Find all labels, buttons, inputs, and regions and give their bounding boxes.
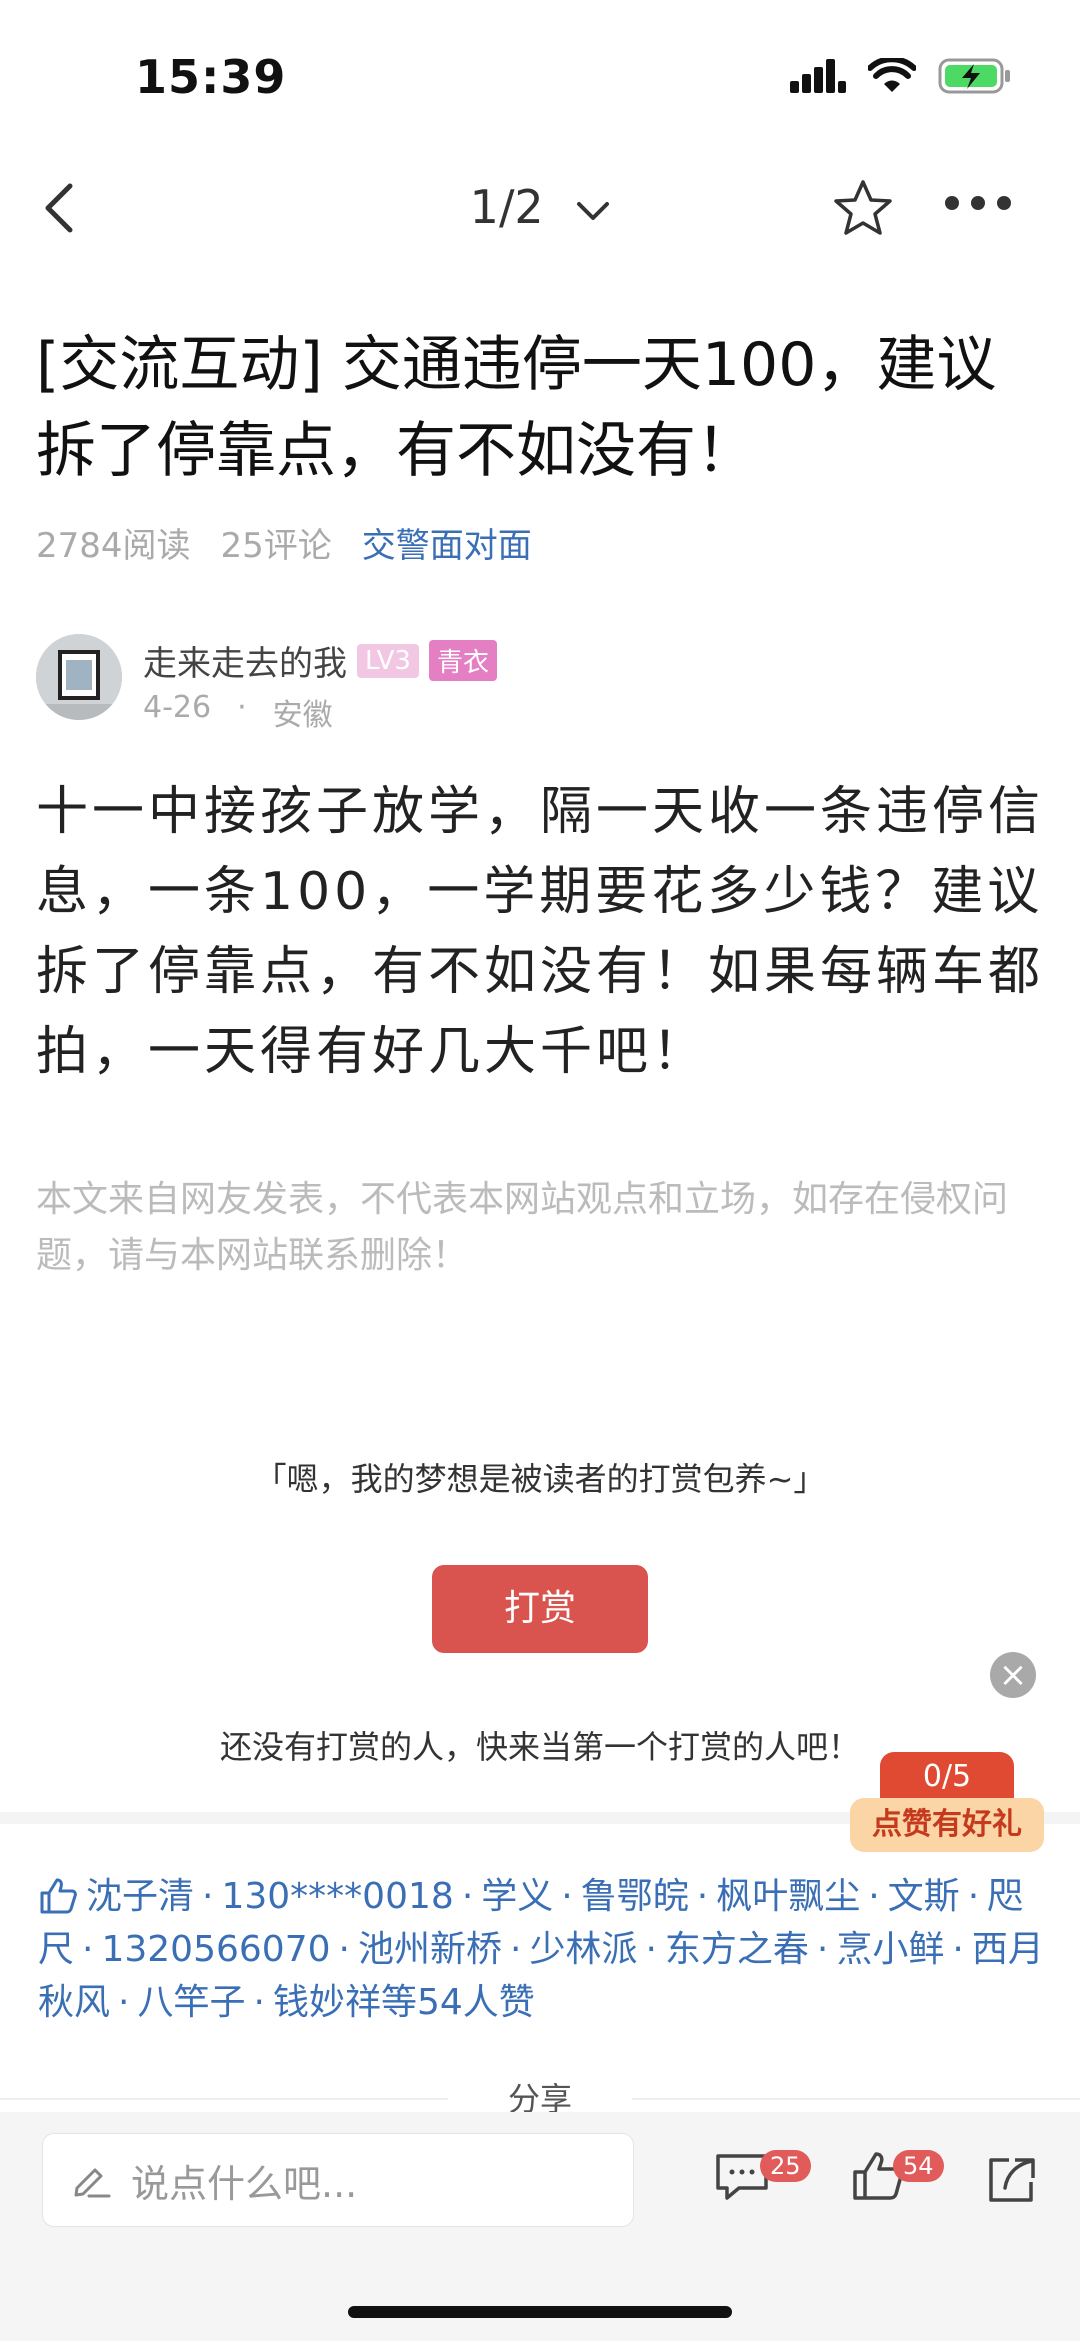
pen-icon (74, 2168, 111, 2198)
liker-name[interactable]: 八竿子 (137, 1982, 245, 2023)
post-date: 4-26 (143, 690, 212, 725)
post-title: [交流互动] 交通违停一天100，建议拆了停靠点，有不如没有！ (36, 330, 997, 486)
author-subline: 4-26 · 安徽 (143, 690, 333, 734)
liker-name[interactable]: 1320566070 (101, 1929, 330, 1970)
comment-count-text: 25评论 (220, 526, 332, 566)
page-indicator[interactable]: 1/2 (0, 180, 1080, 234)
avatar-image (36, 634, 122, 720)
status-time: 15:39 (135, 50, 287, 104)
favorite-star-icon[interactable] (832, 178, 894, 238)
separator-dot: · (237, 690, 247, 725)
liker-name[interactable]: 枫叶飘尘 (716, 1876, 860, 1917)
comment-input[interactable]: 说点什么吧... (42, 2133, 634, 2227)
liker-name[interactable]: 沈子清 (86, 1876, 194, 1917)
battery-charging-icon (938, 58, 1010, 94)
status-icons (790, 58, 1012, 94)
liker-name[interactable]: 鲁鄂皖 (581, 1876, 689, 1917)
liker-name[interactable]: 少林派 (529, 1929, 637, 1970)
signal-icon (790, 59, 846, 93)
thumbs-up-icon (40, 1878, 77, 1914)
post-body: 十一中接孩子放学，隔一天收一条违停信息，一条100，一学期要花多少钱？建议拆了停… (36, 782, 1045, 1082)
reward-button[interactable]: 打赏 (432, 1565, 648, 1653)
chevron-down-icon (577, 201, 610, 220)
author-name[interactable]: 走来走去的我 (143, 636, 347, 685)
liker-name[interactable]: 学义 (481, 1876, 553, 1917)
level-badge: LV3 (357, 643, 419, 678)
post-meta: 2784阅读 25评论 交警面对面 (36, 518, 532, 567)
liker-name[interactable]: 130****0018 (221, 1876, 453, 1917)
read-count: 2784阅读 (36, 526, 191, 566)
topic-link[interactable]: 交警面对面 (362, 518, 532, 567)
liker-name[interactable]: 烹小鲜 (836, 1929, 944, 1970)
comment-count-badge: 25 (760, 2150, 811, 2182)
more-icon[interactable] (945, 196, 1011, 210)
comment-placeholder: 说点什么吧... (131, 2161, 358, 2206)
author-location: 安徽 (272, 698, 333, 733)
promo-progress[interactable]: 0/5 (880, 1752, 1014, 1802)
home-indicator (348, 2306, 732, 2318)
promo-label[interactable]: 点赞有好礼 (850, 1798, 1044, 1852)
avatar[interactable] (36, 634, 122, 720)
disclaimer: 本文来自网友发表，不代表本网站观点和立场，如存在侵权问题，请与本网站联系删除！ (36, 1179, 1009, 1276)
likers-list: 沈子清 · 130****0018 · 学义 · 鲁鄂皖 · 枫叶飘尘 · 文斯 · 咫尺 · 132056… (38, 1876, 1044, 2023)
liker-name[interactable]: 池州新桥 (358, 1929, 502, 1970)
close-promo-button[interactable]: × (990, 1652, 1036, 1698)
rank-badge: 青衣 (428, 640, 497, 681)
liker-summary[interactable]: 钱妙祥等54人赞 (273, 1982, 535, 2023)
like-count-badge: 54 (893, 2150, 944, 2182)
page-indicator-label: 1/2 (469, 180, 544, 234)
wifi-icon (868, 58, 916, 92)
liker-name[interactable]: 文斯 (888, 1876, 960, 1917)
reward-quote: 「嗯，我的梦想是被读者的打赏包养~」 (254, 1460, 826, 1498)
liker-name[interactable]: 东方之春 (665, 1929, 809, 1970)
share-icon[interactable] (985, 2154, 1039, 2206)
author-info[interactable]: 走来走去的我 LV3 青衣 (143, 636, 497, 685)
